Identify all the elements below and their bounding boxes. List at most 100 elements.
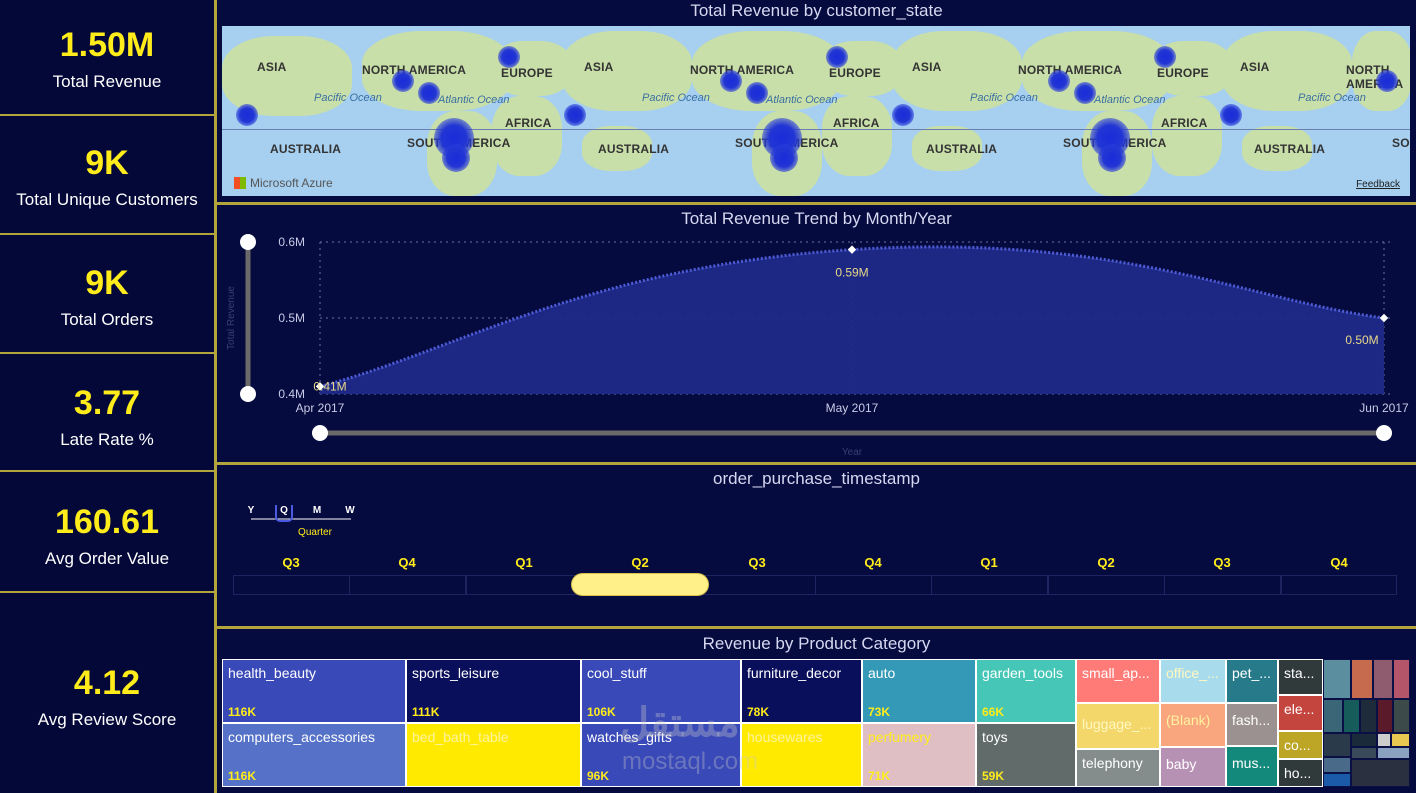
map-bubble[interactable] xyxy=(746,82,768,104)
y-ticks: 0.6M 0.5M 0.4M xyxy=(278,235,305,401)
kpi-value: 4.12 xyxy=(73,664,141,702)
treemap-tile[interactable]: pet_... xyxy=(1226,659,1278,703)
treemap-tile-small[interactable] xyxy=(1323,733,1351,757)
treemap-tile[interactable]: toys 59K xyxy=(976,723,1076,787)
treemap-tile-small[interactable] xyxy=(1351,659,1373,699)
kpi-card-unique-customers[interactable]: 9K Total Unique Customers xyxy=(0,116,214,235)
feedback-link[interactable]: Feedback xyxy=(1356,179,1400,190)
treemap-tile[interactable]: furniture_decor 78K xyxy=(741,659,862,723)
treemap-tile[interactable]: housewares xyxy=(741,723,862,787)
treemap-tile[interactable]: telephony xyxy=(1076,749,1160,787)
kpi-card-avg-order-value[interactable]: 160.61 Avg Order Value xyxy=(0,472,214,593)
treemap-tile-small[interactable] xyxy=(1393,659,1410,699)
treemap-tile-small[interactable] xyxy=(1323,659,1351,699)
map-bubble[interactable] xyxy=(564,104,586,126)
treemap-tile-small[interactable] xyxy=(1351,733,1377,747)
map-bubble[interactable] xyxy=(720,70,742,92)
quarter-cell[interactable] xyxy=(349,575,466,595)
tile-name: luggage_... xyxy=(1082,716,1152,732)
quarter-timeline[interactable]: Q3 Q4 Q1 Q2 Q3 Q4 Q1 Q2 Q3 Q4 xyxy=(233,555,1397,597)
kpi-card-total-orders[interactable]: 9K Total Orders xyxy=(0,235,214,354)
treemap-tile[interactable]: perfumery 71K xyxy=(862,723,976,787)
tile-value: 96K xyxy=(587,769,610,783)
treemap-tile-small[interactable] xyxy=(1377,747,1410,759)
treemap-tile-small[interactable] xyxy=(1323,757,1351,773)
treemap-tile[interactable]: auto 73K xyxy=(862,659,976,723)
treemap-tile-small[interactable] xyxy=(1343,699,1360,733)
kpi-card-total-revenue[interactable]: 1.50M Total Revenue xyxy=(0,0,214,116)
ocean-label: Atlantic Ocean xyxy=(1094,94,1166,106)
kpi-label: Total Unique Customers xyxy=(16,190,198,209)
treemap-tile[interactable]: mus... xyxy=(1226,746,1278,787)
kpi-card-avg-review-score[interactable]: 4.12 Avg Review Score xyxy=(0,593,214,793)
map-bubble[interactable] xyxy=(1376,70,1398,92)
map-bubble[interactable] xyxy=(418,82,440,104)
treemap-tile[interactable]: bed_bath_table xyxy=(406,723,581,787)
map-bubble[interactable] xyxy=(826,46,848,68)
treemap-tile[interactable]: fash... xyxy=(1226,703,1278,746)
treemap-tile-small[interactable] xyxy=(1323,773,1351,787)
tile-name: bed_bath_table xyxy=(412,729,509,745)
map-bubble[interactable] xyxy=(1074,82,1096,104)
treemap-tile-small[interactable] xyxy=(1351,759,1410,787)
treemap-tile-small[interactable] xyxy=(1360,699,1377,733)
ocean-label: Pacific Ocean xyxy=(1298,92,1366,104)
x-tick-label: May 2017 xyxy=(826,401,879,415)
treemap-tile-small[interactable] xyxy=(1377,699,1393,733)
map-bubble[interactable] xyxy=(1220,104,1242,126)
treemap-tile-small[interactable] xyxy=(1323,699,1343,733)
x-axis-title: Year xyxy=(842,447,863,458)
treemap-tile[interactable]: ho... xyxy=(1278,759,1323,787)
treemap-tile[interactable]: baby xyxy=(1160,747,1226,787)
revenue-trend-chart[interactable]: 0.6M 0.5M 0.4M Apr 2017 May 2017 Jun 2017 0.… xyxy=(222,226,1416,462)
map-bubble[interactable] xyxy=(442,144,470,172)
y-tick-label: 0.6M xyxy=(278,235,305,249)
treemap-tile-small[interactable] xyxy=(1391,733,1410,747)
treemap-tile[interactable]: (Blank) xyxy=(1160,703,1226,747)
treemap-tile[interactable]: co... xyxy=(1278,731,1323,759)
kpi-value: 160.61 xyxy=(55,503,159,541)
treemap-tile-small[interactable] xyxy=(1377,733,1391,747)
treemap-tile[interactable]: garden_tools 66K xyxy=(976,659,1076,723)
quarter-cell[interactable] xyxy=(699,575,816,595)
treemap-tile-small[interactable] xyxy=(1373,659,1393,699)
data-label: 0.50M xyxy=(1345,333,1378,347)
treemap-tile-small[interactable] xyxy=(1393,699,1410,733)
treemap-tile[interactable]: sta... xyxy=(1278,659,1323,695)
map-bubble[interactable] xyxy=(1154,46,1176,68)
revenue-map[interactable]: ASIA NORTH AMERICA EUROPE ASIA NORTH AME… xyxy=(222,26,1410,196)
map-bubble[interactable] xyxy=(1048,70,1070,92)
treemap-tile-small[interactable] xyxy=(1351,747,1377,759)
granularity-selector[interactable]: Y Q M W Quarter xyxy=(248,505,358,545)
map-bubble[interactable] xyxy=(392,70,414,92)
tile-name: sta... xyxy=(1284,665,1315,681)
treemap-tile[interactable]: health_beauty 116K xyxy=(222,659,406,723)
treemap-tile[interactable]: computers_accessories 116K xyxy=(222,723,406,787)
map-label: AUSTRALIA xyxy=(270,142,342,156)
data-label: 0.41M xyxy=(313,379,346,393)
quarter-cell[interactable] xyxy=(1164,575,1281,595)
quarter-cell[interactable] xyxy=(1281,575,1397,595)
azure-attribution: Microsoft Azure xyxy=(234,176,333,190)
tile-value: 116K xyxy=(228,769,257,783)
category-treemap[interactable]: health_beauty 116K computers_accessories 1… xyxy=(222,659,1410,787)
treemap-tile[interactable]: luggage_... xyxy=(1076,703,1160,749)
treemap-tile[interactable]: ele... xyxy=(1278,695,1323,731)
treemap-tile[interactable]: office_... xyxy=(1160,659,1226,703)
map-bubble[interactable] xyxy=(498,46,520,68)
quarter-cell[interactable] xyxy=(1048,575,1165,595)
kpi-label: Avg Review Score xyxy=(37,710,177,729)
map-bubble[interactable] xyxy=(1098,144,1126,172)
map-bubble[interactable] xyxy=(770,144,798,172)
map-label: AFRICA xyxy=(505,116,552,130)
treemap-tile[interactable]: small_ap... xyxy=(1076,659,1160,703)
selected-quarter-range-handle[interactable] xyxy=(571,573,709,596)
map-bubble[interactable] xyxy=(236,104,258,126)
quarter-cell[interactable] xyxy=(931,575,1048,595)
quarter-cell[interactable] xyxy=(233,575,350,595)
kpi-card-late-rate[interactable]: 3.77 Late Rate % xyxy=(0,354,214,472)
quarter-cell[interactable] xyxy=(466,575,583,595)
map-bubble[interactable] xyxy=(892,104,914,126)
treemap-tile[interactable]: sports_leisure 111K xyxy=(406,659,581,723)
quarter-cell[interactable] xyxy=(815,575,932,595)
